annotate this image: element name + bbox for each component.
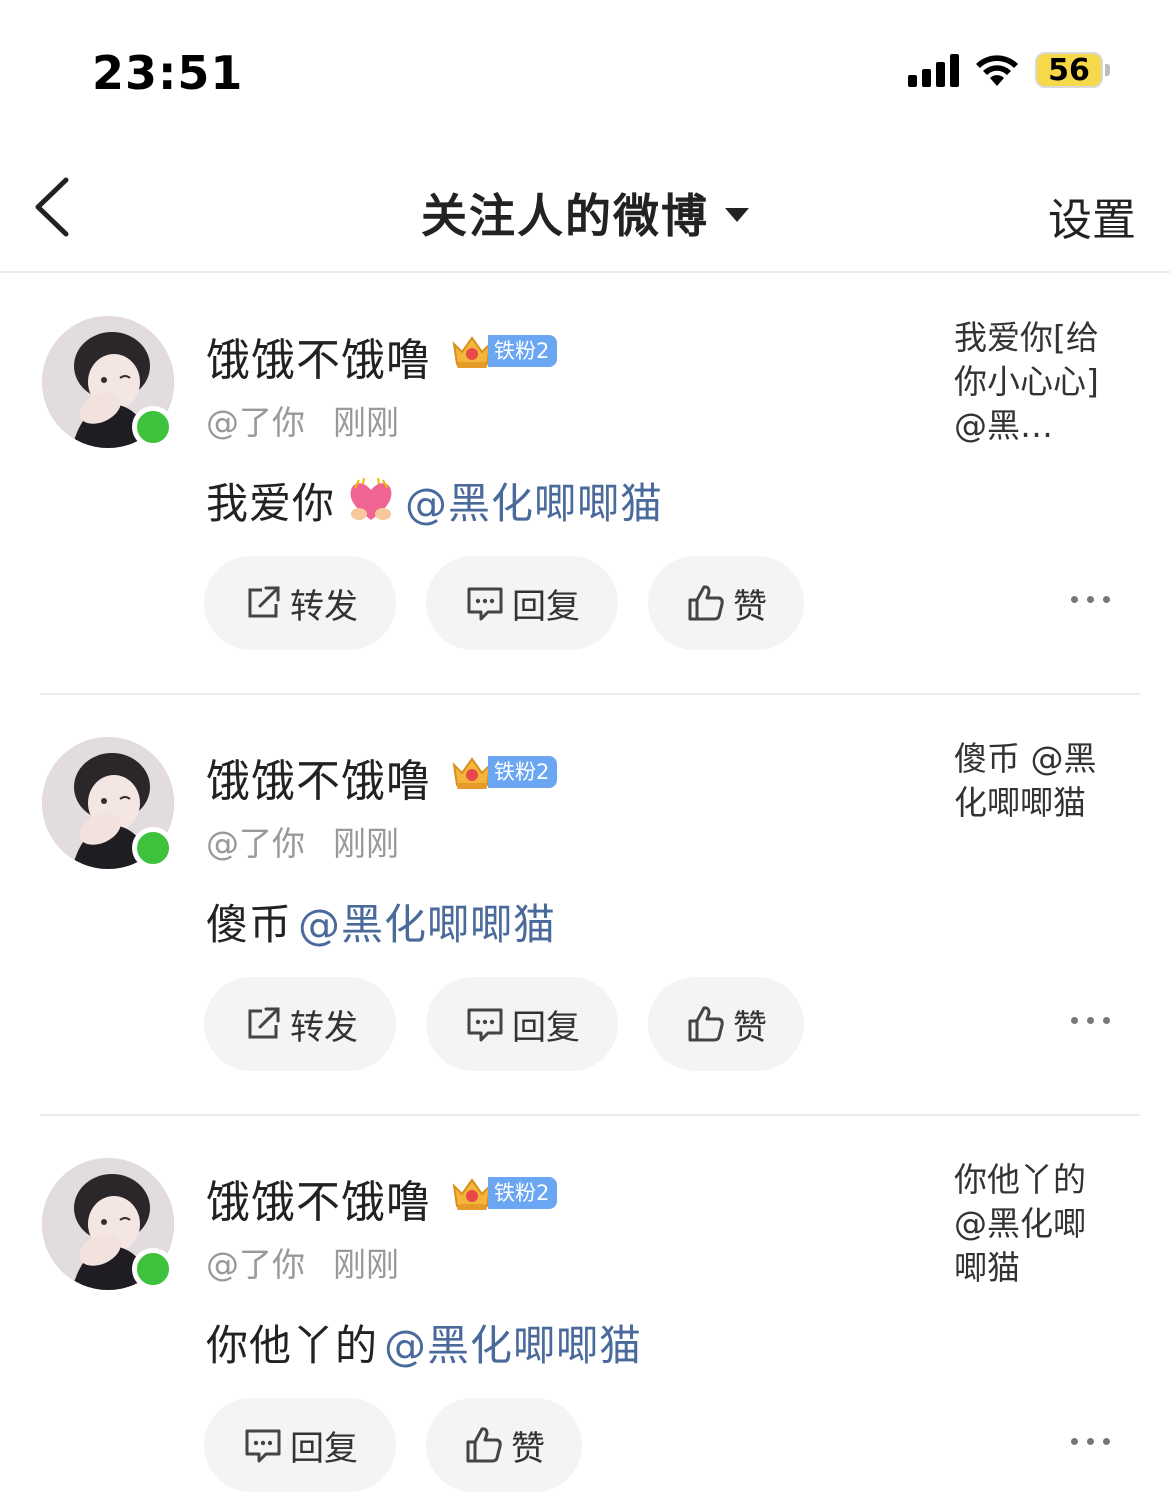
reply-button[interactable]: 回复 [426, 556, 618, 650]
post-item[interactable]: 饿饿不饿噜 铁粉2 @了你 刚刚 我爱你 @黑化唧唧猫 我爱你[给你小心心]@黑… [0, 274, 1170, 695]
like-button[interactable]: 赞 [426, 1398, 582, 1492]
comment-icon [242, 1424, 284, 1466]
action-label: 赞 [733, 1007, 767, 1048]
post-time: 刚刚 [333, 824, 399, 863]
fan-badge[interactable]: 铁粉2 [450, 751, 558, 793]
fan-badge-label: 铁粉2 [488, 335, 558, 367]
post-time: 刚刚 [333, 1245, 399, 1284]
post-content[interactable]: 你他丫的 @黑化唧唧猫 [206, 1312, 642, 1373]
like-button[interactable]: 赞 [648, 977, 804, 1071]
mention-link[interactable]: @黑化唧唧猫 [405, 470, 663, 531]
source-snippet[interactable]: 我爱你[给你小心心]@黑… [954, 316, 1114, 448]
repost-icon [242, 1003, 284, 1045]
action-label: 赞 [511, 1428, 545, 1469]
status-time: 23:51 [92, 46, 244, 100]
more-options-icon[interactable] [1071, 596, 1110, 603]
heart-hands-emoji-icon [350, 477, 392, 520]
online-status-dot [132, 406, 174, 448]
post-meta: @了你 刚刚 [206, 396, 399, 444]
battery-icon: 56 [1035, 52, 1110, 88]
comment-icon [464, 582, 506, 624]
battery-level: 56 [1035, 52, 1103, 88]
user-name[interactable]: 饿饿不饿噜 [206, 324, 431, 388]
post-text: 傻币 [206, 900, 293, 949]
post-meta: @了你 刚刚 [206, 1238, 399, 1286]
mention-link[interactable]: @黑化唧唧猫 [298, 891, 556, 952]
reply-button[interactable]: 回复 [204, 1398, 396, 1492]
nav-bar: 关注人的微博 设置 [0, 140, 1170, 273]
mention-link[interactable]: @黑化唧唧猫 [384, 1312, 642, 1373]
like-button[interactable]: 赞 [648, 556, 804, 650]
action-label: 转发 [290, 586, 358, 627]
repost-button[interactable]: 转发 [204, 977, 396, 1071]
post-content[interactable]: 傻币 @黑化唧唧猫 [206, 891, 556, 952]
action-label: 回复 [512, 586, 580, 627]
more-options-icon[interactable] [1071, 1438, 1110, 1445]
like-icon [463, 1424, 505, 1466]
source-snippet[interactable]: 傻币 @黑化唧唧猫 [954, 737, 1114, 825]
user-name[interactable]: 饿饿不饿噜 [206, 1166, 431, 1230]
comment-icon [464, 1003, 506, 1045]
post-content[interactable]: 我爱你 @黑化唧唧猫 [206, 470, 663, 531]
action-row: 回复 赞 [204, 1398, 582, 1492]
post-time: 刚刚 [333, 403, 399, 442]
fan-badge[interactable]: 铁粉2 [450, 330, 558, 372]
fan-badge-label: 铁粉2 [488, 1177, 558, 1209]
user-handle[interactable]: @了你 [206, 396, 305, 444]
post-item[interactable]: 饿饿不饿噜 铁粉2 @了你 刚刚 你他丫的 @黑化唧唧猫 你他丫的 @黑化唧唧猫… [0, 1116, 1170, 1512]
action-label: 转发 [290, 1007, 358, 1048]
fan-badge-label: 铁粉2 [488, 756, 558, 788]
action-label: 回复 [512, 1007, 580, 1048]
status-indicators: 56 [908, 52, 1110, 88]
action-row: 转发 回复 赞 [204, 977, 804, 1071]
action-row: 转发 回复 赞 [204, 556, 804, 650]
user-name[interactable]: 饿饿不饿噜 [206, 745, 431, 809]
more-options-icon[interactable] [1071, 1017, 1110, 1024]
page-title: 关注人的微博 [421, 189, 709, 243]
reply-button[interactable]: 回复 [426, 977, 618, 1071]
post-text: 你他丫的 [206, 1321, 379, 1370]
caret-down-icon [725, 208, 749, 222]
online-status-dot [132, 1248, 174, 1290]
settings-button[interactable]: 设置 [1048, 184, 1136, 248]
status-bar: 23:51 56 [0, 0, 1170, 140]
post-text: 我爱你 [206, 479, 336, 528]
online-status-dot [132, 827, 174, 869]
user-handle[interactable]: @了你 [206, 817, 305, 865]
post-item[interactable]: 饿饿不饿噜 铁粉2 @了你 刚刚 傻币 @黑化唧唧猫 傻币 @黑化唧唧猫 转发 回… [0, 695, 1170, 1116]
like-icon [685, 582, 727, 624]
feed-selector[interactable]: 关注人的微博 [0, 180, 1170, 246]
fan-badge[interactable]: 铁粉2 [450, 1172, 558, 1214]
like-icon [685, 1003, 727, 1045]
signal-icon [908, 53, 959, 87]
source-snippet[interactable]: 你他丫的 @黑化唧唧猫 [954, 1158, 1114, 1290]
post-meta: @了你 刚刚 [206, 817, 399, 865]
repost-icon [242, 582, 284, 624]
action-label: 赞 [733, 586, 767, 627]
repost-button[interactable]: 转发 [204, 556, 396, 650]
action-label: 回复 [290, 1428, 358, 1469]
user-handle[interactable]: @了你 [206, 1238, 305, 1286]
wifi-icon [976, 55, 1018, 86]
